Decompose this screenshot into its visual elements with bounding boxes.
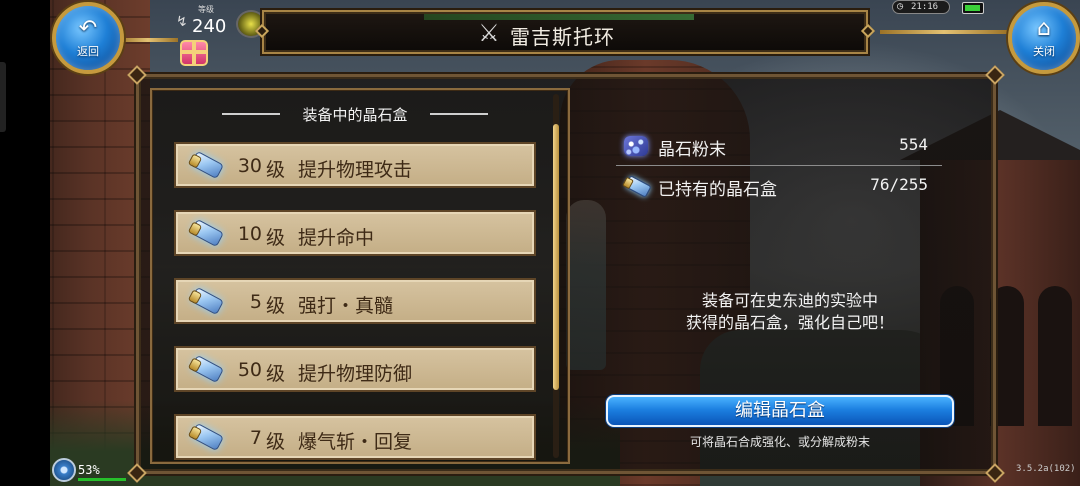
list-item[interactable]: 7 级 爆气斩・回复	[174, 414, 536, 460]
back-button[interactable]: ↶ 返回	[52, 2, 124, 74]
arch	[1038, 286, 1072, 426]
network-status-value: 53%	[78, 463, 100, 477]
item-level-unit: 级	[266, 431, 286, 453]
powder-sparkles	[624, 136, 648, 156]
owned-boxes-row: 已持有的晶石盒 76/255	[620, 170, 942, 204]
description: 装备可在史东迪的实验中 获得的晶石盒，强化自己吧！	[640, 290, 940, 334]
description-line: 装备可在史东迪的实验中	[701, 291, 878, 310]
network-status-icon	[52, 458, 76, 482]
crystal-box-icon	[186, 422, 226, 452]
resource-divider	[616, 165, 942, 166]
item-level: 30	[237, 155, 262, 177]
title-bar: ⚔ 雷吉斯托环	[254, 10, 876, 54]
level-caption: 等级	[198, 5, 214, 14]
clock-time: 21:16	[911, 2, 939, 12]
item-level-unit: 级	[266, 295, 286, 317]
crystal-box-icon	[186, 218, 226, 248]
owned-boxes-value: 76/255	[870, 175, 928, 194]
item-ring-icon: ⚔	[478, 19, 500, 47]
title-hp-strip	[424, 14, 694, 20]
item-skill: 强打・真髓	[298, 295, 394, 317]
network-status-bar	[78, 478, 126, 481]
item-skill: 提升物理攻击	[298, 159, 413, 181]
equipped-list-title: 装备中的晶石盒	[302, 105, 408, 124]
back-label: 返回	[77, 44, 99, 58]
back-arrow-icon: ↶	[78, 15, 98, 41]
crystal-powder-value: 554	[899, 135, 928, 154]
close-button[interactable]: ⌂ 关闭	[1008, 2, 1080, 74]
list-scrollbar[interactable]	[553, 94, 559, 458]
gold-flourish	[118, 38, 178, 42]
page-title: 雷吉斯托环	[510, 25, 615, 49]
owned-boxes-label: 已持有的晶石盒	[658, 180, 777, 200]
item-level: 5	[249, 291, 262, 313]
item-level-unit: 级	[266, 159, 286, 181]
screen-notch	[0, 62, 6, 132]
item-level: 10	[237, 223, 262, 245]
list-item[interactable]: 10 级 提升命中	[174, 210, 536, 256]
crystal-powder-row: 晶石粉末 554	[620, 130, 942, 164]
crystal-box-icon	[186, 150, 226, 180]
version-label: 3.5.2a(102)	[1016, 464, 1076, 474]
crystal-box-icon	[186, 354, 226, 384]
item-skill: 爆气斩・回复	[298, 431, 413, 453]
edit-crystal-box-button[interactable]: 编辑晶石盒	[606, 395, 954, 427]
item-level: 50	[237, 359, 262, 381]
list-item[interactable]: 5 级 强打・真髓	[174, 278, 536, 324]
description-line: 获得的晶石盒，强化自己吧！	[685, 313, 894, 332]
home-icon: ⌂	[1037, 15, 1051, 41]
list-item[interactable]: 50 级 提升物理防御	[174, 346, 536, 392]
item-level-unit: 级	[266, 227, 286, 249]
item-level: 7	[249, 427, 262, 449]
clock-icon: ◷	[897, 1, 904, 12]
crystal-powder-label: 晶石粉末	[658, 140, 726, 160]
item-skill: 提升命中	[298, 227, 375, 249]
item-level-unit: 级	[266, 363, 286, 385]
gold-flourish	[880, 30, 1008, 34]
gift-icon[interactable]	[180, 40, 208, 66]
crystal-box-icon	[186, 286, 226, 316]
crystal-box-icon	[620, 172, 654, 202]
item-skill: 提升物理防御	[298, 363, 413, 385]
scrollbar-thumb[interactable]	[553, 124, 559, 390]
clock: ◷ 21:16	[892, 0, 950, 14]
level-icon: ↯	[176, 14, 188, 30]
list-item[interactable]: 30 级 提升物理攻击	[174, 142, 536, 188]
owned-box-shape	[622, 175, 652, 198]
edit-hint: 可将晶石合成强化、或分解成粉末	[689, 435, 870, 449]
screen-edge	[0, 0, 50, 486]
battery-icon	[962, 2, 984, 14]
close-label: 关闭	[1033, 44, 1055, 58]
level-value: 240	[192, 16, 227, 37]
equipped-list-header: 装备中的晶石盒	[200, 102, 510, 126]
crystal-powder-icon	[620, 132, 654, 162]
